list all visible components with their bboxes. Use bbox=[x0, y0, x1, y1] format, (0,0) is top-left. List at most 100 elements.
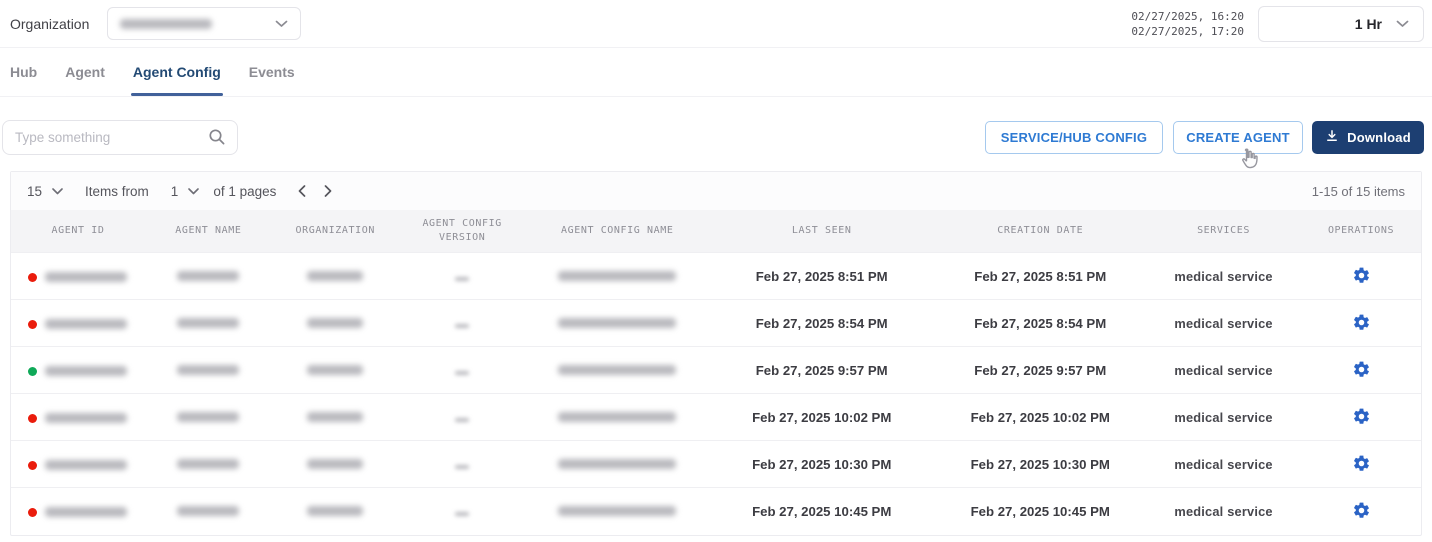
agents-table: AGENT ID AGENT NAME ORGANIZATION AGENT C… bbox=[11, 210, 1421, 535]
redacted-config-name bbox=[558, 365, 676, 375]
redacted-config-version bbox=[455, 371, 469, 375]
table-row: Feb 27, 2025 8:51 PM Feb 27, 2025 8:51 P… bbox=[11, 253, 1421, 300]
status-dot bbox=[28, 461, 37, 470]
redacted-config-name bbox=[558, 412, 676, 422]
status-dot bbox=[28, 367, 37, 376]
toolbar: SERVICE/HUB CONFIG CREATE AGENT Download bbox=[0, 119, 1432, 155]
redacted-agent-id bbox=[45, 319, 127, 329]
organization-label: Organization bbox=[10, 16, 89, 32]
redacted-organization-value bbox=[120, 19, 212, 29]
redacted-agent-id bbox=[45, 272, 127, 282]
services-cell: medical service bbox=[1146, 441, 1301, 488]
tab-agent[interactable]: Agent bbox=[65, 48, 105, 96]
chevron-down-icon bbox=[188, 188, 199, 195]
page-size-value: 15 bbox=[27, 184, 42, 199]
redacted-agent-name bbox=[177, 365, 239, 375]
redacted-config-version bbox=[455, 277, 469, 281]
creation-date-cell: Feb 27, 2025 8:54 PM bbox=[935, 300, 1147, 347]
redacted-config-name bbox=[558, 271, 676, 281]
last-seen-cell: Feb 27, 2025 10:02 PM bbox=[709, 394, 935, 441]
redacted-agent-id bbox=[45, 460, 127, 470]
redacted-agent-name bbox=[177, 412, 239, 422]
tab-hub[interactable]: Hub bbox=[10, 48, 37, 96]
download-button[interactable]: Download bbox=[1312, 121, 1424, 154]
col-agent-config-version: AGENT CONFIG VERSION bbox=[399, 210, 526, 253]
create-agent-button[interactable]: CREATE AGENT bbox=[1173, 121, 1303, 154]
gear-icon[interactable] bbox=[1350, 311, 1373, 334]
service-hub-config-button[interactable]: SERVICE/HUB CONFIG bbox=[985, 121, 1163, 154]
redacted-agent-id bbox=[45, 366, 127, 376]
agent-config-table-card: 15 Items from 1 of 1 pages 1-15 of 15 it… bbox=[10, 171, 1422, 536]
table-header-row: AGENT ID AGENT NAME ORGANIZATION AGENT C… bbox=[11, 210, 1421, 253]
services-cell: medical service bbox=[1146, 394, 1301, 441]
status-dot bbox=[28, 273, 37, 282]
creation-date-cell: Feb 27, 2025 10:45 PM bbox=[935, 488, 1147, 535]
redacted-config-version bbox=[455, 418, 469, 422]
redacted-agent-name bbox=[177, 459, 239, 469]
redacted-agent-name bbox=[177, 318, 239, 328]
chevron-down-icon bbox=[275, 20, 288, 28]
gear-icon[interactable] bbox=[1350, 358, 1373, 381]
redacted-config-version bbox=[455, 512, 469, 516]
redacted-organization bbox=[307, 271, 363, 281]
organization-select[interactable] bbox=[107, 7, 301, 40]
chevron-down-icon bbox=[1396, 20, 1409, 28]
time-range-end: 02/27/2025, 17:20 bbox=[1131, 24, 1244, 39]
gear-icon[interactable] bbox=[1350, 405, 1373, 428]
download-icon bbox=[1325, 129, 1339, 146]
tab-agent-config[interactable]: Agent Config bbox=[133, 48, 221, 96]
redacted-agent-name bbox=[177, 271, 239, 281]
col-organization: ORGANIZATION bbox=[272, 210, 399, 253]
col-operations: OPERATIONS bbox=[1301, 210, 1421, 253]
table-body: Feb 27, 2025 8:51 PM Feb 27, 2025 8:51 P… bbox=[11, 253, 1421, 535]
gear-icon[interactable] bbox=[1350, 499, 1373, 522]
creation-date-cell: Feb 27, 2025 8:51 PM bbox=[935, 253, 1147, 300]
status-dot bbox=[28, 414, 37, 423]
col-agent-id: AGENT ID bbox=[11, 210, 145, 253]
of-pages-label: of 1 pages bbox=[213, 184, 276, 199]
last-seen-cell: Feb 27, 2025 8:54 PM bbox=[709, 300, 935, 347]
creation-date-cell: Feb 27, 2025 9:57 PM bbox=[935, 347, 1147, 394]
last-seen-cell: Feb 27, 2025 8:51 PM bbox=[709, 253, 935, 300]
col-services: SERVICES bbox=[1146, 210, 1301, 253]
tab-events[interactable]: Events bbox=[249, 48, 295, 96]
time-range-select[interactable]: 1 Hr bbox=[1258, 6, 1424, 42]
services-cell: medical service bbox=[1146, 253, 1301, 300]
previous-page-icon[interactable] bbox=[298, 185, 306, 197]
download-label: Download bbox=[1347, 130, 1411, 145]
items-range-summary: 1-15 of 15 items bbox=[1312, 184, 1405, 199]
time-range-display: 02/27/2025, 16:20 02/27/2025, 17:20 bbox=[1131, 9, 1244, 39]
col-last-seen: LAST SEEN bbox=[709, 210, 935, 253]
gear-icon[interactable] bbox=[1350, 452, 1373, 475]
redacted-config-name bbox=[558, 506, 676, 516]
redacted-organization bbox=[307, 459, 363, 469]
table-row: Feb 27, 2025 10:02 PM Feb 27, 2025 10:02… bbox=[11, 394, 1421, 441]
services-cell: medical service bbox=[1146, 300, 1301, 347]
redacted-organization bbox=[307, 365, 363, 375]
services-cell: medical service bbox=[1146, 347, 1301, 394]
next-page-icon[interactable] bbox=[324, 185, 332, 197]
redacted-organization bbox=[307, 506, 363, 516]
search-field bbox=[2, 120, 238, 155]
search-icon[interactable] bbox=[208, 128, 226, 151]
status-dot bbox=[28, 508, 37, 517]
page-size-select[interactable]: 15 bbox=[27, 184, 63, 199]
creation-date-cell: Feb 27, 2025 10:30 PM bbox=[935, 441, 1147, 488]
col-creation-date: CREATION DATE bbox=[935, 210, 1147, 253]
redacted-config-name bbox=[558, 459, 676, 469]
col-agent-name: AGENT NAME bbox=[145, 210, 272, 253]
search-input[interactable] bbox=[2, 120, 238, 155]
page-number-select[interactable]: 1 bbox=[171, 184, 200, 199]
last-seen-cell: Feb 27, 2025 10:45 PM bbox=[709, 488, 935, 535]
time-range-start: 02/27/2025, 16:20 bbox=[1131, 9, 1244, 24]
col-agent-config-name: AGENT CONFIG NAME bbox=[526, 210, 709, 253]
table-row: Feb 27, 2025 10:30 PM Feb 27, 2025 10:30… bbox=[11, 441, 1421, 488]
table-row: Feb 27, 2025 8:54 PM Feb 27, 2025 8:54 P… bbox=[11, 300, 1421, 347]
redacted-config-version bbox=[455, 324, 469, 328]
redacted-agent-name bbox=[177, 506, 239, 516]
redacted-organization bbox=[307, 318, 363, 328]
redacted-organization bbox=[307, 412, 363, 422]
redacted-config-name bbox=[558, 318, 676, 328]
gear-icon[interactable] bbox=[1350, 264, 1373, 287]
last-seen-cell: Feb 27, 2025 10:30 PM bbox=[709, 441, 935, 488]
